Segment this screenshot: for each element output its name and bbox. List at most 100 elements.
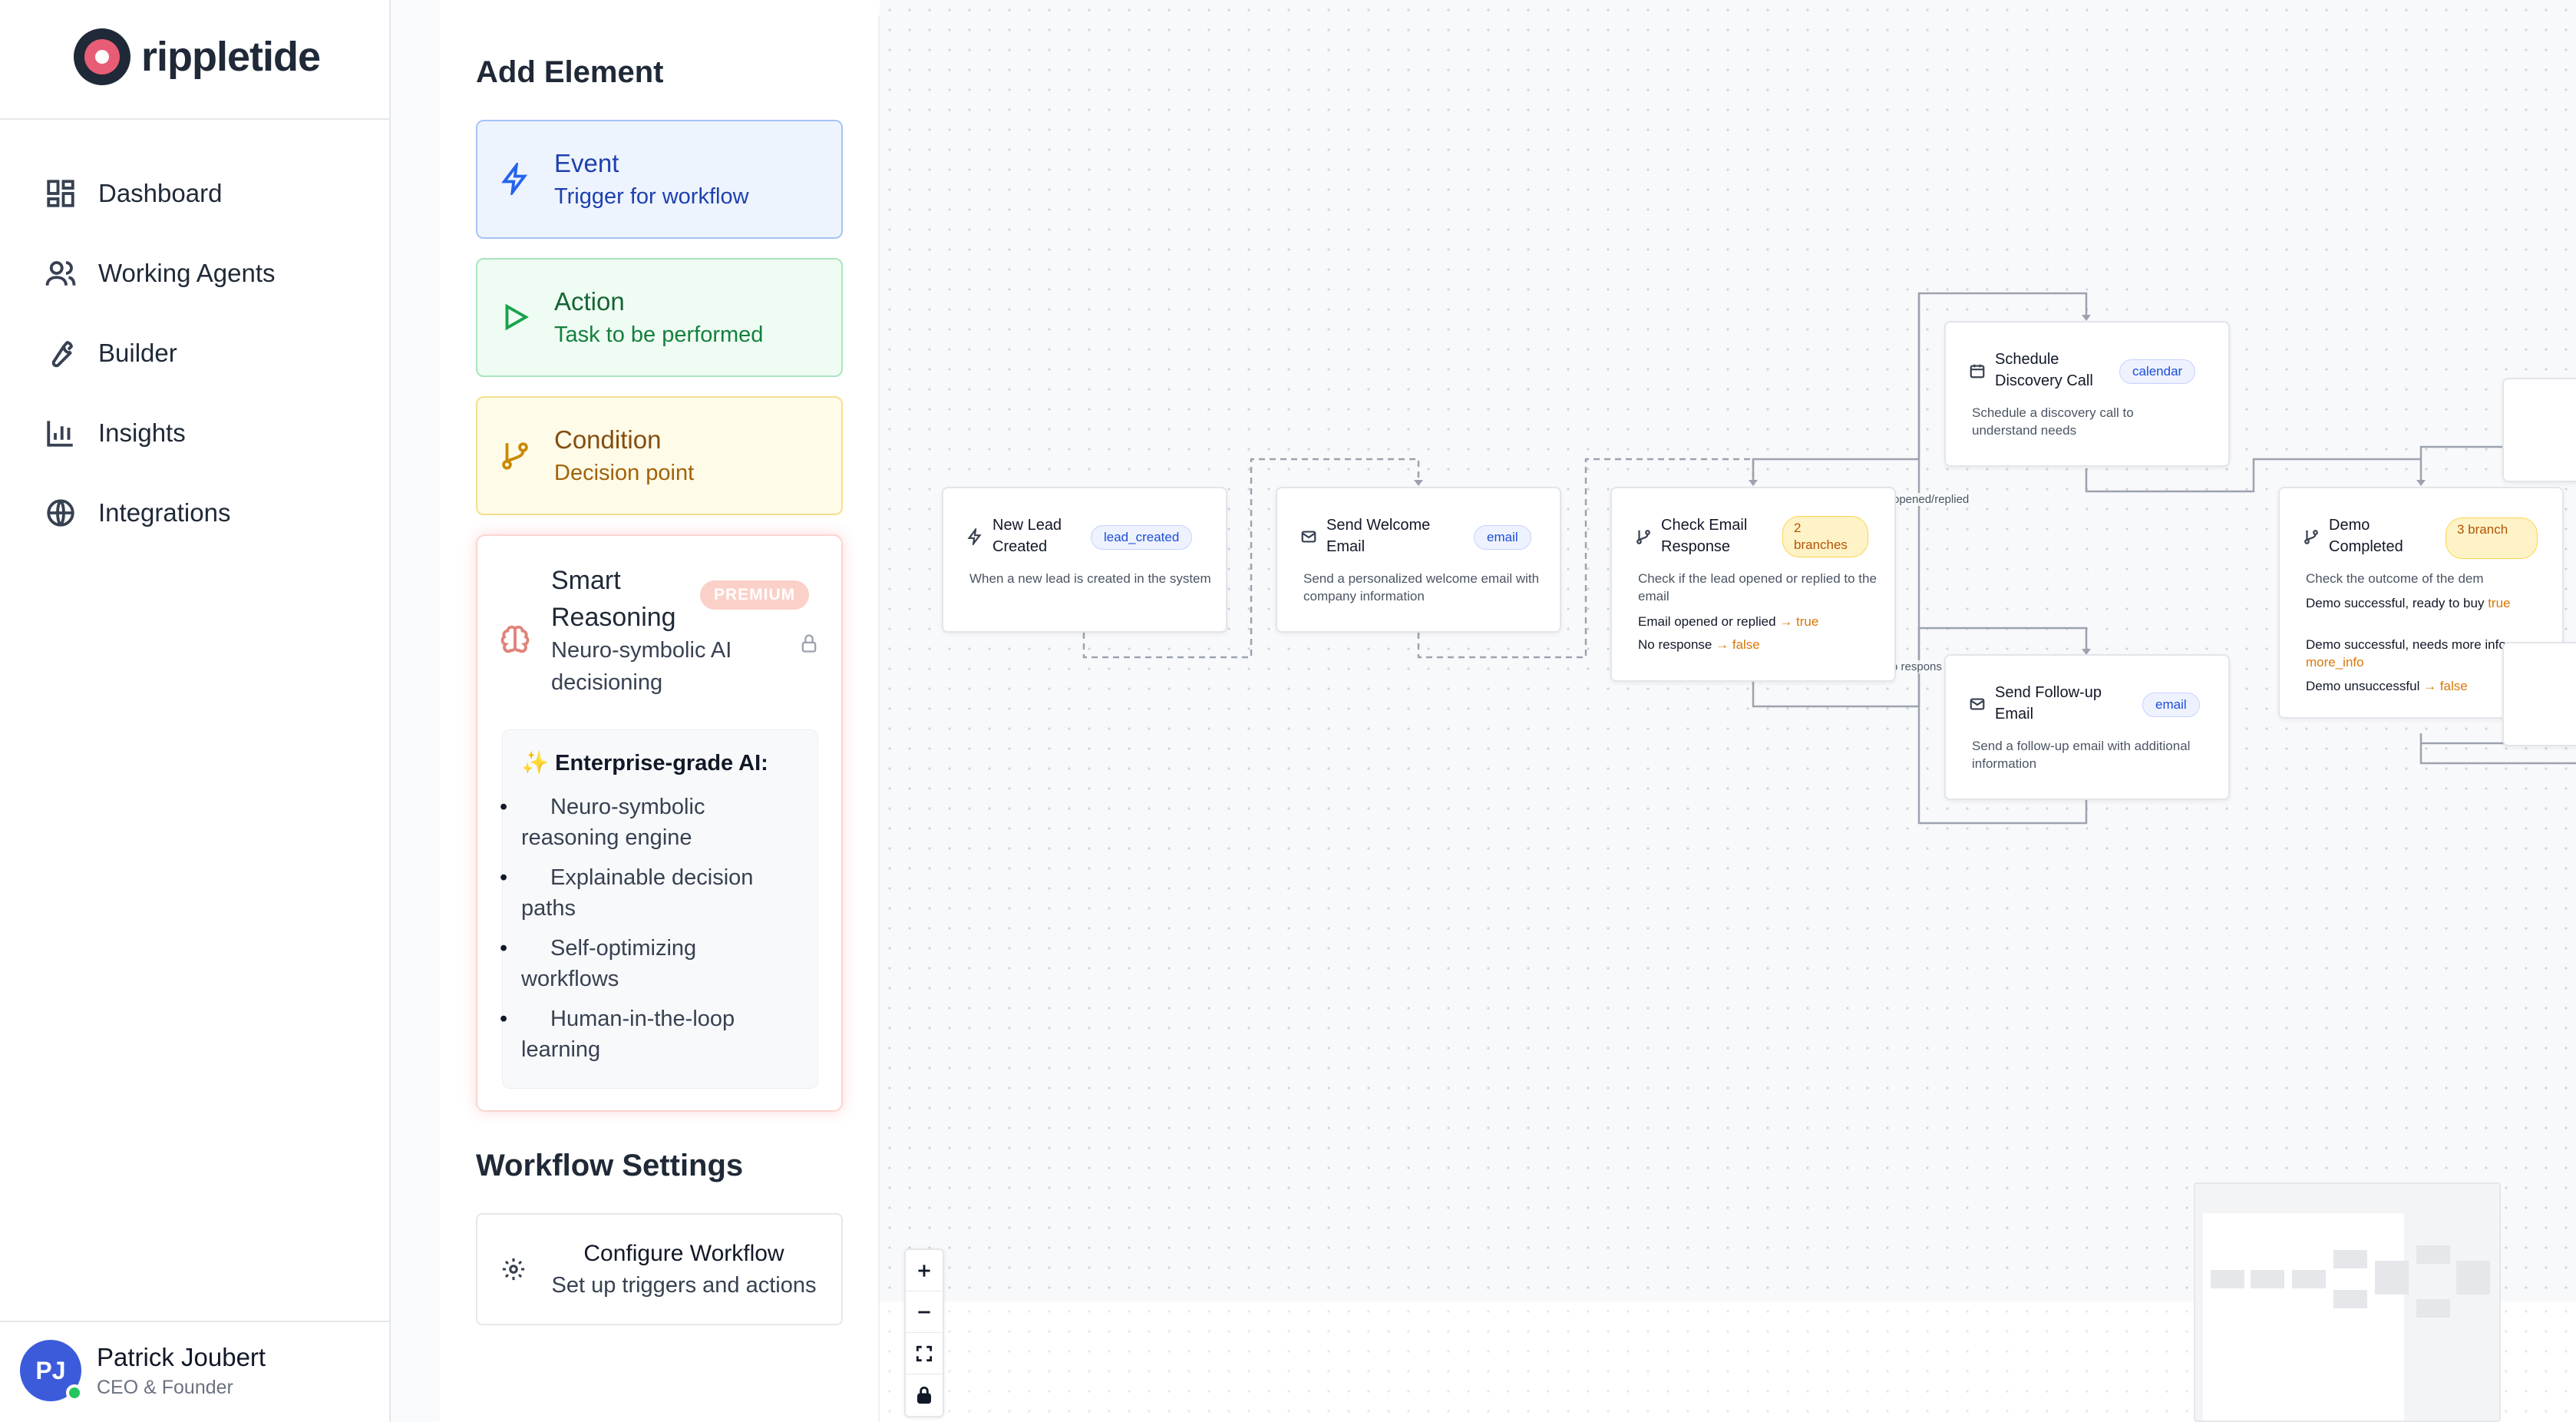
- add-element-panel: Add Element Event Trigger for workflow A…: [440, 15, 880, 1422]
- edge-label-no-response: o respons: [1891, 660, 1942, 673]
- fit-view-button[interactable]: [906, 1333, 943, 1374]
- element-subtitle: Trigger for workflow: [554, 184, 749, 209]
- node-title: Send Welcome Email: [1326, 517, 1431, 555]
- online-status-indicator: [66, 1384, 83, 1401]
- node-title: Schedule Discovery Call: [1995, 351, 2093, 389]
- nav-item-dashboard[interactable]: Dashboard: [45, 154, 276, 233]
- configure-title: Configure Workflow: [583, 1240, 784, 1266]
- sidebar: rippletide Dashboard Working Agents Buil…: [0, 0, 391, 1422]
- minimap-node: [2333, 1250, 2367, 1268]
- nav-item-label: Working Agents: [98, 259, 276, 287]
- fit-icon: [916, 1345, 933, 1361]
- mail-icon: [1301, 531, 1316, 543]
- feature-item: Explainable decision paths: [500, 862, 799, 924]
- minimap-node: [2211, 1270, 2244, 1288]
- feature-list: Neuro-symbolic reasoning engine Explaina…: [500, 792, 799, 1065]
- panel-title: Add Element: [476, 55, 664, 89]
- node-outcome: Demo successful, needs more info → more_…: [2306, 636, 2528, 671]
- wrench-icon: [51, 340, 74, 368]
- element-subtitle: Task to be performed: [554, 322, 764, 347]
- user-role: CEO & Founder: [97, 1376, 233, 1398]
- feature-item: Human-in-the-loop learning: [500, 1004, 799, 1065]
- minimap[interactable]: [2194, 1182, 2501, 1422]
- plus-icon: [918, 1264, 930, 1277]
- enterprise-heading: ✨ Enterprise-grade AI:: [521, 750, 799, 776]
- workflow-node-check-email-response[interactable]: Check Email Response 2 branches Check if…: [1610, 487, 1896, 682]
- condition-element-card[interactable]: Condition Decision point: [476, 396, 843, 515]
- workflow-node-offscreen[interactable]: [2502, 642, 2576, 746]
- enterprise-features-box: ✨Enterprise-grade AI: Neuro-symbolic rea…: [500, 729, 818, 1089]
- minimap-node: [2333, 1290, 2367, 1308]
- minimap-node: [2416, 1245, 2450, 1264]
- configure-workflow-button[interactable]: Configure Workflow Set up triggers and a…: [476, 1213, 843, 1325]
- workflow-canvas[interactable]: opened/replied o respons New Lead Create…: [880, 0, 2576, 1422]
- main-nav: Dashboard Working Agents Builder Insight…: [45, 154, 276, 553]
- nav-item-working-agents[interactable]: Working Agents: [45, 233, 276, 313]
- node-title: Check Email Response: [1661, 517, 1748, 555]
- node-badge: calendar: [2119, 359, 2196, 384]
- minimap-node: [2375, 1261, 2409, 1295]
- node-badge: email: [2142, 693, 2200, 717]
- minimap-node: [2292, 1270, 2326, 1288]
- lock-button[interactable]: [906, 1374, 943, 1416]
- user-profile[interactable]: PJ Patrick Joubert CEO & Founder: [20, 1340, 266, 1401]
- node-description: Send a personalized welcome email with c…: [1303, 571, 1540, 604]
- smart-reasoning-subtitle: Neuro-symbolic AI decisioning: [551, 638, 732, 695]
- action-element-card[interactable]: Action Task to be performed: [476, 258, 843, 377]
- workflow-node-offscreen[interactable]: [2502, 378, 2576, 482]
- brand-logo[interactable]: rippletide: [74, 28, 321, 86]
- node-outcome: Demo unsuccessful → false: [2306, 677, 2528, 695]
- smart-reasoning-title: Smart Reasoning: [551, 566, 676, 632]
- play-icon: [505, 303, 529, 331]
- edge-label-opened: opened/replied: [1893, 493, 1970, 506]
- feature-item: Neuro-symbolic reasoning engine: [500, 792, 799, 853]
- zoom-in-button[interactable]: [906, 1250, 943, 1291]
- minimap-node: [2251, 1270, 2284, 1288]
- node-description: Schedule a discovery call to understand …: [1972, 405, 2134, 438]
- users-icon: [45, 261, 76, 286]
- nav-item-integrations[interactable]: Integrations: [45, 473, 276, 553]
- configure-subtitle: Set up triggers and actions: [551, 1272, 817, 1298]
- branch-icon: [1636, 530, 1650, 544]
- branch-icon: [502, 442, 528, 470]
- user-name: Patrick Joubert: [97, 1342, 266, 1371]
- lightning-icon: [967, 528, 982, 545]
- workflow-node-send-follow-up-email[interactable]: Send Follow-up Email email Send a follow…: [1944, 654, 2230, 800]
- outcome-result: → false: [2423, 679, 2468, 693]
- node-badge: lead_created: [1091, 525, 1193, 550]
- bar-chart-icon: [47, 421, 73, 447]
- workflow-node-send-welcome-email[interactable]: Send Welcome Email email Send a personal…: [1276, 487, 1561, 633]
- dashboard-icon: [47, 180, 74, 207]
- nav-item-builder[interactable]: Builder: [45, 313, 276, 393]
- avatar: PJ: [20, 1340, 83, 1401]
- element-title: Event: [554, 149, 619, 177]
- panel-gutter: [391, 0, 440, 1422]
- canvas-controls: [904, 1248, 944, 1417]
- minimap-viewport: [2203, 1213, 2404, 1420]
- branch-icon: [2304, 530, 2318, 544]
- smart-reasoning-card[interactable]: Smart Reasoning PREMIUM Neuro-symbolic A…: [476, 534, 843, 1112]
- lock-icon: [801, 634, 817, 653]
- node-outcome: Demo successful, ready to buy true: [2306, 594, 2528, 612]
- element-title: Condition: [554, 425, 662, 454]
- zoom-out-button[interactable]: [906, 1291, 943, 1333]
- outcome-label: Email opened or replied: [1638, 614, 1776, 629]
- nav-item-insights[interactable]: Insights: [45, 393, 276, 473]
- enterprise-heading-text: Enterprise-grade AI:: [555, 751, 768, 775]
- node-badge: email: [1474, 525, 1531, 550]
- node-description: Check the outcome of the dem: [2306, 571, 2484, 586]
- event-element-card[interactable]: Event Trigger for workflow: [476, 120, 843, 239]
- brand-name: rippletide: [141, 34, 321, 80]
- rippletide-logo-icon: [74, 28, 130, 85]
- divider: [0, 1321, 391, 1322]
- workflow-node-new-lead[interactable]: New Lead Created lead_created When a new…: [942, 487, 1227, 633]
- sparkles-icon: ✨: [521, 751, 550, 775]
- minus-icon: [918, 1311, 930, 1313]
- minimap-node: [2416, 1299, 2450, 1318]
- outcome-label: Demo successful, needs more info: [2306, 637, 2506, 652]
- nav-item-label: Dashboard: [98, 179, 223, 207]
- node-title: Demo Completed: [2329, 517, 2403, 555]
- minimap-node: [2456, 1261, 2490, 1295]
- workflow-node-schedule-discovery-call[interactable]: Schedule Discovery Call calendar Schedul…: [1944, 321, 2230, 467]
- outcome-label: Demo successful, ready to buy: [2306, 596, 2485, 610]
